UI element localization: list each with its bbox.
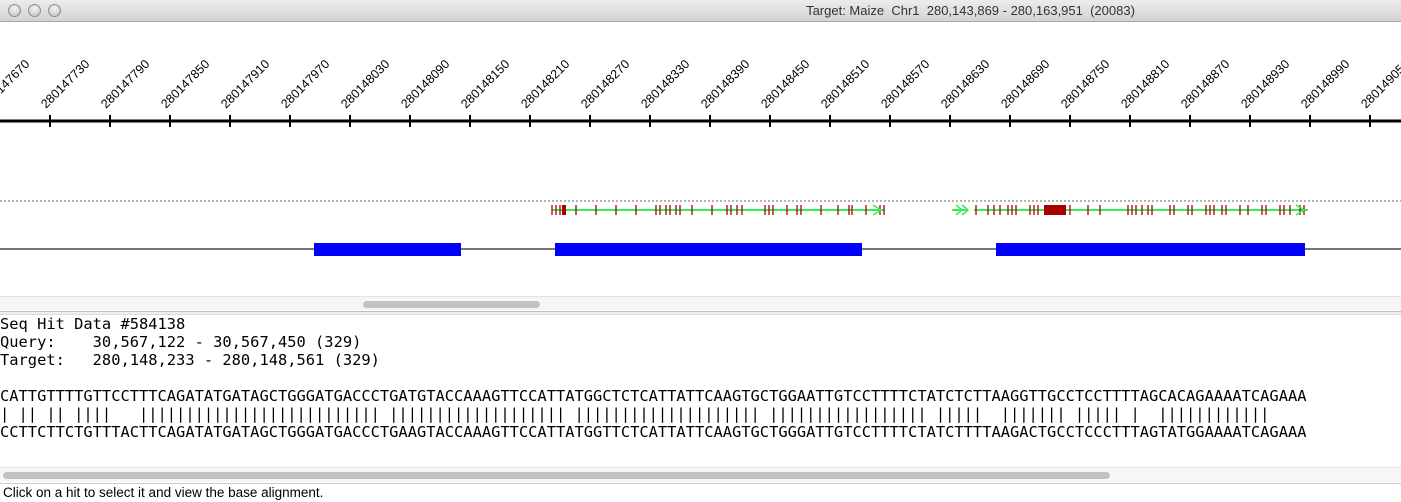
ruler-tick-label: 280148210 bbox=[518, 57, 572, 111]
ruler-tick-label: 280148570 bbox=[878, 57, 932, 111]
ruler-tick-label: 280148090 bbox=[398, 57, 452, 111]
ruler-tick-label: 280148690 bbox=[998, 57, 1052, 111]
match-line: | || || |||| |||||||||||||||||||||||||| … bbox=[0, 405, 1270, 423]
ruler-tick-label: 280148330 bbox=[638, 57, 692, 111]
ruler-tick-label: 280149050 bbox=[1358, 57, 1401, 111]
query-sequence: CATTGTTTTGTTCCTTTCAGATATGATAGCTGGGATGACC… bbox=[0, 387, 1307, 405]
ruler-tick-label: 280147730 bbox=[38, 57, 92, 111]
ruler-tick-label: 280148990 bbox=[1298, 57, 1352, 111]
seq-hit-2[interactable] bbox=[974, 204, 1308, 216]
ruler-tick-label: 280148150 bbox=[458, 57, 512, 111]
exon-block bbox=[996, 243, 1305, 256]
ruler-tick-label: 280148810 bbox=[1118, 57, 1172, 111]
ruler-tick-label: 280148450 bbox=[758, 57, 812, 111]
ruler-tick-label: 280148390 bbox=[698, 57, 752, 111]
target-sequence: CCTTCTTCTGTTTACTTCAGATATGATAGCTGGGATGACC… bbox=[0, 423, 1307, 441]
ruler-tick-label: 280147790 bbox=[98, 57, 152, 111]
ruler-tick-label: 280148510 bbox=[818, 57, 872, 111]
exon-block bbox=[314, 243, 461, 256]
query-range: Query: 30,567,122 - 30,567,450 (329) bbox=[0, 333, 362, 351]
status-bar: Click on a hit to select it and view the… bbox=[0, 483, 1401, 502]
target-range: Target: 280,148,233 - 280,148,561 (329) bbox=[0, 351, 380, 369]
ruler-tick-label: 280147910 bbox=[218, 57, 272, 111]
ruler-tick-label: 280148270 bbox=[578, 57, 632, 111]
exon-block bbox=[555, 243, 862, 256]
coordinate-ruler: 280147670 280147730 280147790 280147850 2801… bbox=[0, 57, 1401, 127]
window-title: Target: Maize Chr1 280,143,869 - 280,163… bbox=[806, 3, 1135, 18]
seq-hit-fragment[interactable] bbox=[952, 204, 970, 216]
ruler-tick-label: 280147670 bbox=[0, 57, 32, 111]
alignment-horizontal-scrollbar[interactable] bbox=[0, 467, 1401, 482]
seq-hit-header: Seq Hit Data #584138 bbox=[0, 315, 186, 333]
ruler-tick-label: 280148930 bbox=[1238, 57, 1292, 111]
genome-track-view[interactable]: 280147670 280147730 280147790 280147850 2801… bbox=[0, 23, 1401, 310]
track-horizontal-scrollbar[interactable] bbox=[0, 296, 1401, 310]
title-bar: Target: Maize Chr1 280,143,869 - 280,163… bbox=[0, 0, 1401, 22]
mismatch-block bbox=[1044, 205, 1066, 215]
ruler-tick-label: 280148030 bbox=[338, 57, 392, 111]
ruler-tick-label: 280147970 bbox=[278, 57, 332, 111]
ruler-tick-label: 280148630 bbox=[938, 57, 992, 111]
mismatch-block bbox=[562, 205, 566, 215]
seq-hits-track[interactable] bbox=[551, 204, 1308, 216]
alignment-scrollbar-thumb[interactable] bbox=[3, 472, 1110, 479]
track-canvas[interactable]: 280147670 280147730 280147790 280147850 2801… bbox=[0, 23, 1401, 310]
seq-hit-data-panel: Seq Hit Data #584138 Query: 30,567,122 -… bbox=[0, 315, 1401, 467]
ruler-tick-label: 280148870 bbox=[1178, 57, 1232, 111]
seq-hit-1[interactable] bbox=[551, 204, 885, 216]
track-scrollbar-thumb[interactable] bbox=[363, 301, 540, 308]
ruler-tick-label: 280147850 bbox=[158, 57, 212, 111]
ruler-tick-label: 280148750 bbox=[1058, 57, 1112, 111]
